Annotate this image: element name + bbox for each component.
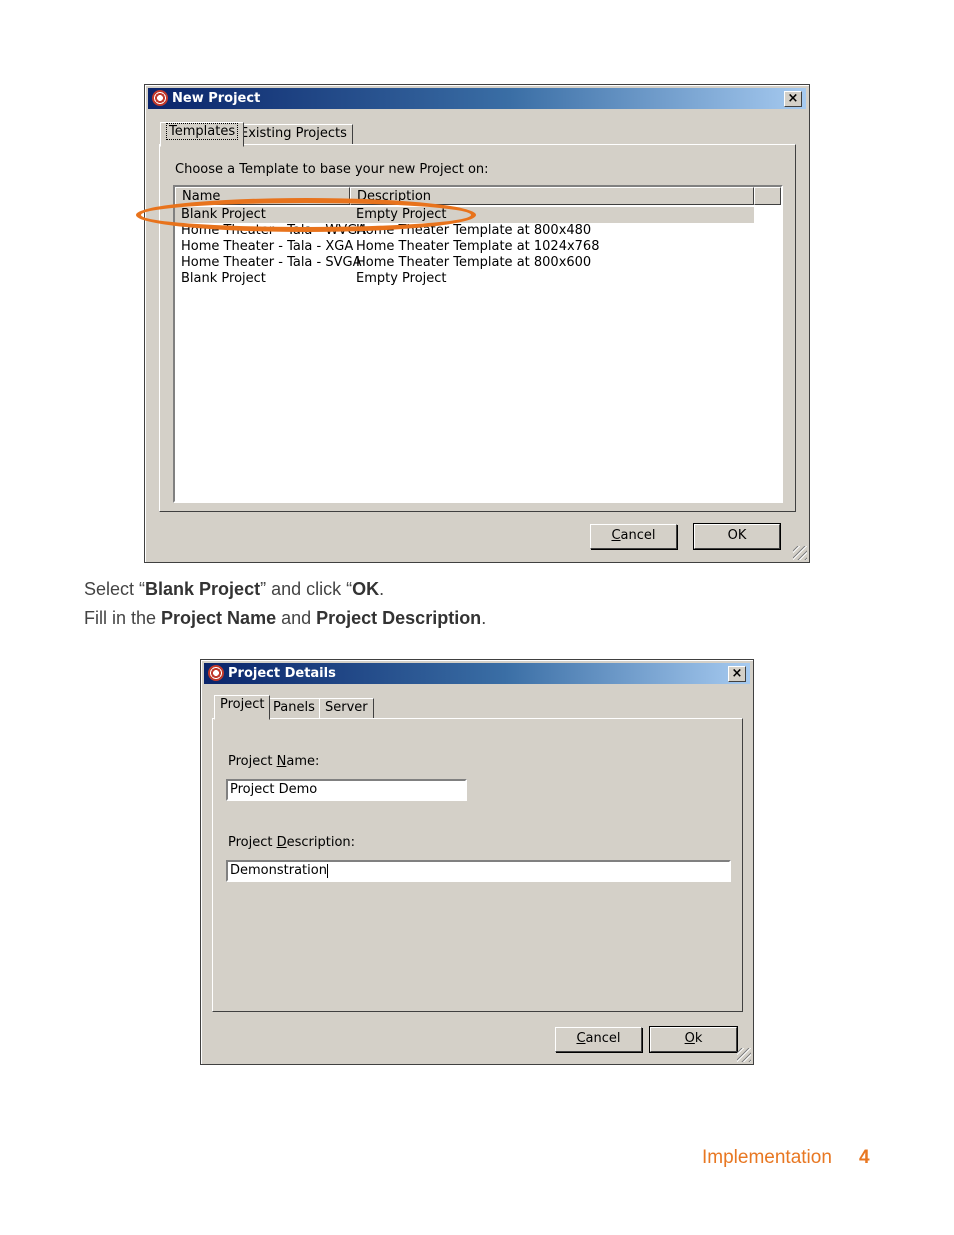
tab-server[interactable]: Server xyxy=(319,698,374,720)
ok-button[interactable]: OK xyxy=(693,523,781,550)
ok-label: k xyxy=(694,1031,703,1046)
tab-existing-projects[interactable]: Existing Projects xyxy=(234,124,353,146)
text: escription: xyxy=(286,835,356,850)
tab-panels[interactable]: Panels xyxy=(267,698,321,720)
bold-text: Project Name xyxy=(161,608,277,628)
text: Fill in the xyxy=(84,608,162,628)
row-description: Home Theater Template at 800x600 xyxy=(356,255,592,270)
highlight-oval xyxy=(136,198,476,232)
input-value: Demonstration xyxy=(230,863,327,878)
list-item[interactable]: Home Theater - Tala - XGA Home Theater T… xyxy=(175,239,754,255)
row-name: Home Theater - Tala - XGA xyxy=(181,239,354,254)
cancel-label: ancel xyxy=(585,1031,621,1046)
tab-label: Server xyxy=(325,700,368,715)
row-name: Blank Project xyxy=(181,271,266,286)
resize-grip-icon[interactable] xyxy=(793,546,807,560)
tab-label: Project xyxy=(220,697,265,712)
instruction-line-2: Fill in the Project Name and Project Des… xyxy=(84,608,486,629)
mnemonic: D xyxy=(276,835,287,850)
text: Project xyxy=(228,835,277,850)
project-panel: Project Name: Project Demo Project Descr… xyxy=(212,718,743,1012)
close-icon[interactable]: × xyxy=(728,666,746,682)
footer-section-title: Implementation xyxy=(702,1147,832,1168)
tab-label: Panels xyxy=(273,700,315,715)
app-icon xyxy=(208,665,224,681)
column-header-empty xyxy=(754,187,781,205)
tab-project[interactable]: Project xyxy=(214,695,271,720)
instruction-line-1: Select “Blank Project” and click “OK. xyxy=(84,579,384,600)
row-description: Home Theater Template at 1024x768 xyxy=(356,239,600,254)
cancel-mnemonic: C xyxy=(611,528,621,543)
cancel-label: ancel xyxy=(620,528,656,543)
text: . xyxy=(481,608,487,628)
list-item[interactable]: Home Theater - Tala - SVGA Home Theater … xyxy=(175,255,754,271)
new-project-dialog: New Project × Templates Existing Project… xyxy=(144,84,810,563)
tab-label: Templates xyxy=(166,123,239,140)
cancel-mnemonic: C xyxy=(576,1031,586,1046)
tab-templates[interactable]: Templates xyxy=(160,122,245,147)
text-caret xyxy=(326,863,328,878)
bold-text: Project Description xyxy=(316,608,482,628)
cancel-button[interactable]: Cancel xyxy=(555,1027,642,1052)
text: . xyxy=(379,579,385,599)
ok-label: OK xyxy=(727,528,747,543)
text: Project xyxy=(228,754,277,769)
ok-button[interactable]: Ok xyxy=(649,1026,738,1053)
dialog-title: Project Details xyxy=(228,666,336,681)
ok-mnemonic: O xyxy=(684,1031,695,1046)
cancel-button[interactable]: Cancel xyxy=(590,524,677,549)
project-name-input[interactable]: Project Demo xyxy=(226,779,467,801)
project-details-dialog: Project Details × Project Panels Server … xyxy=(200,659,754,1065)
project-description-input[interactable]: Demonstration xyxy=(226,860,731,882)
bold-text: OK xyxy=(352,579,380,599)
mnemonic: N xyxy=(276,754,287,769)
text: Select “ xyxy=(84,579,146,599)
bold-text: Blank Project xyxy=(145,579,261,599)
app-icon xyxy=(152,90,168,106)
tab-label: Existing Projects xyxy=(240,126,347,141)
title-bar[interactable]: Project Details × xyxy=(204,663,750,684)
row-description: Empty Project xyxy=(356,271,447,286)
close-icon[interactable]: × xyxy=(784,91,802,107)
page-number: 4 xyxy=(859,1147,870,1168)
dialog-title: New Project xyxy=(172,91,261,106)
title-bar[interactable]: New Project × xyxy=(148,88,806,109)
list-item[interactable]: Blank Project Empty Project xyxy=(175,271,754,287)
row-name: Home Theater - Tala - SVGA xyxy=(181,255,362,270)
resize-grip-icon[interactable] xyxy=(737,1048,751,1062)
text: and xyxy=(276,608,317,628)
text: ” and click “ xyxy=(260,579,353,599)
project-name-label: Project Name: xyxy=(228,754,319,769)
template-list[interactable]: Name Description Blank Project Empty Pro… xyxy=(173,185,783,503)
project-description-label: Project Description: xyxy=(228,835,355,850)
text: ame: xyxy=(286,754,320,769)
template-prompt: Choose a Template to base your new Proje… xyxy=(175,162,489,177)
